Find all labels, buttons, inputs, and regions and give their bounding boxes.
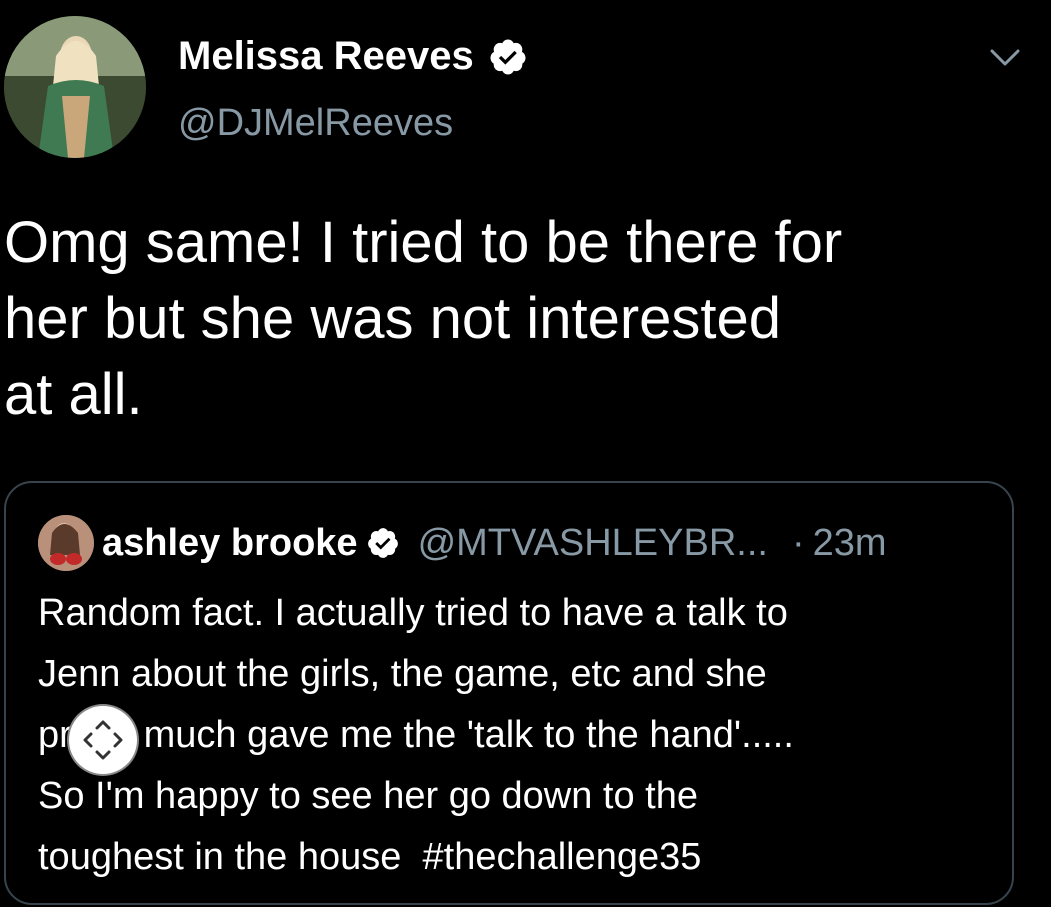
separator-dot: ·	[791, 521, 805, 564]
quoted-tweet-card[interactable]: ashley brooke @MTVASHLEYBR... · 23m Rand…	[4, 481, 1014, 905]
chevron-down-icon[interactable]	[988, 40, 1022, 74]
avatar-image	[4, 16, 146, 158]
author-name-row[interactable]: Melissa Reeves	[178, 34, 528, 79]
quoted-author-handle: @MTVASHLEYBR...	[417, 521, 768, 564]
quoted-tweet-header: ashley brooke @MTVASHLEYBR... · 23m	[38, 513, 887, 573]
author-avatar[interactable]	[4, 16, 146, 158]
author-handle[interactable]: @DJMelReeves	[178, 102, 453, 145]
verified-badge-icon	[488, 37, 528, 77]
expand-arrows-icon[interactable]	[69, 706, 137, 774]
author-name[interactable]: Melissa Reeves	[178, 34, 474, 79]
quoted-timestamp: 23m	[812, 521, 887, 564]
tweet-text: Omg same! I tried to be there for her bu…	[4, 210, 843, 427]
quoted-author-name: ashley brooke	[102, 521, 358, 564]
quoted-tweet-text: Random fact. I actually tried to have a …	[38, 592, 794, 878]
verified-badge-icon	[366, 526, 400, 560]
quoted-author-avatar	[38, 515, 94, 571]
